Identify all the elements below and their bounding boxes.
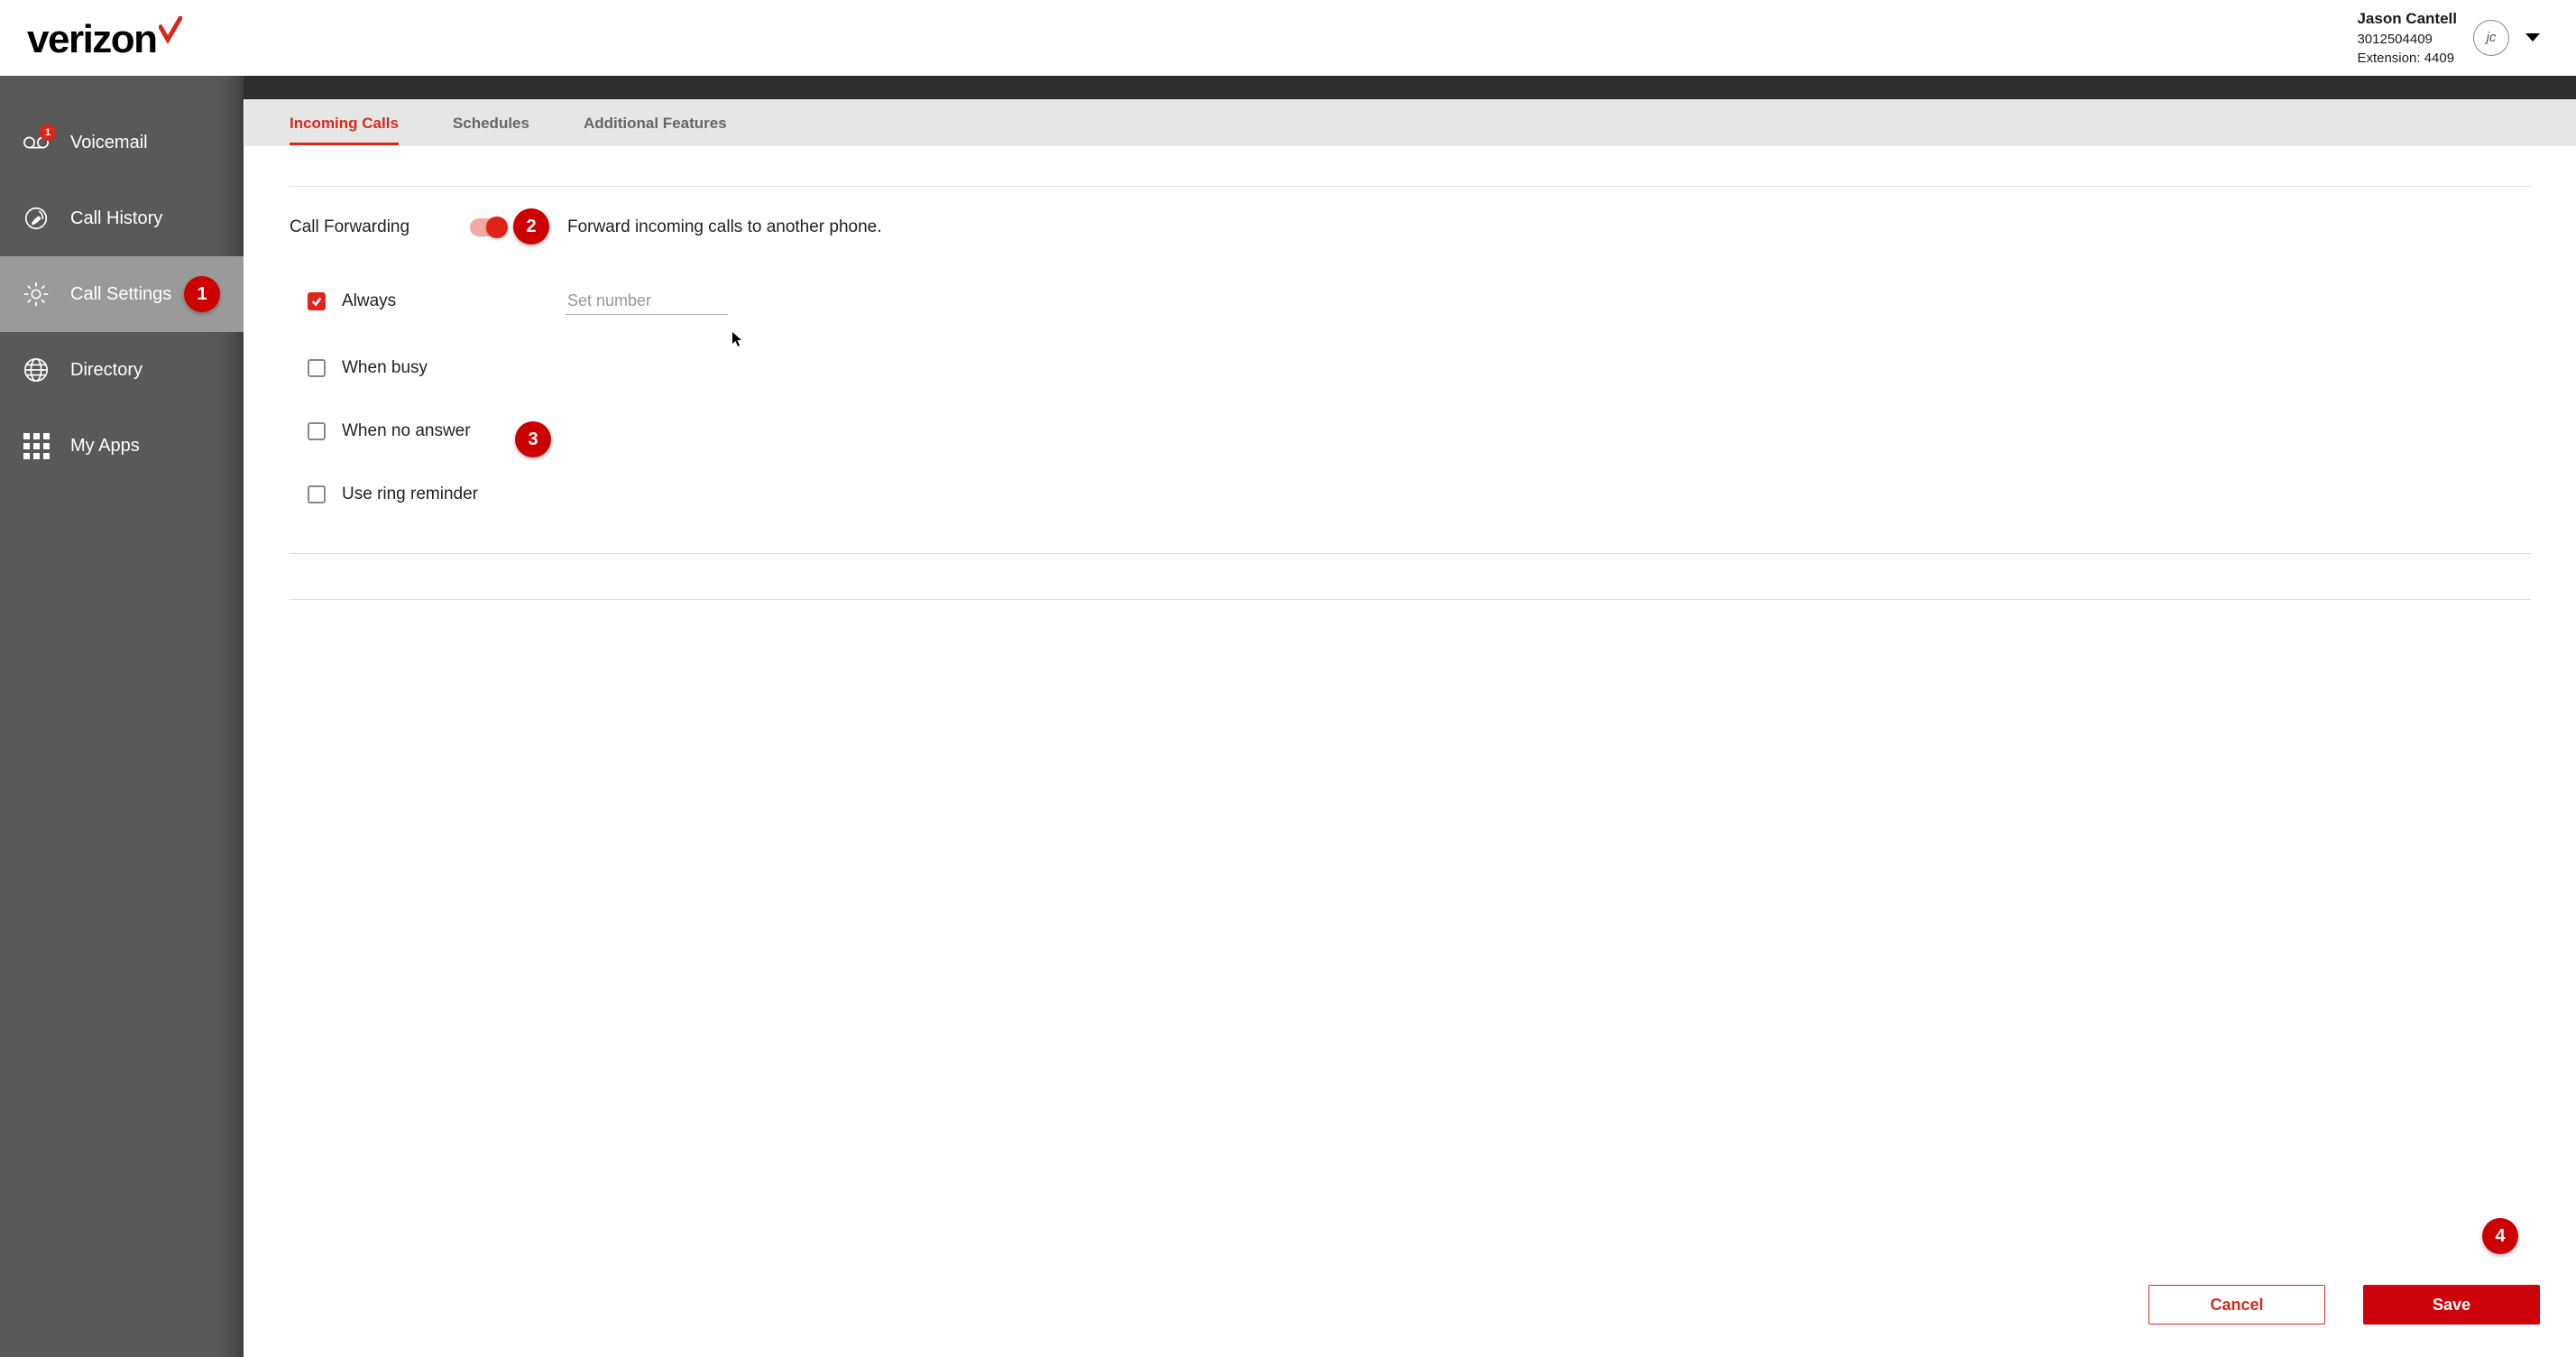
step-badge-3: 3 <box>515 421 551 457</box>
app-header: verizon Jason Cantell 3012504409 Extensi… <box>0 0 2576 76</box>
call-forwarding-row: Call Forwarding 2 Forward incoming calls… <box>290 217 2531 237</box>
step-badge-1: 1 <box>184 276 220 312</box>
divider <box>290 553 2531 554</box>
dark-strip <box>0 76 2576 99</box>
globe-icon <box>22 355 51 384</box>
option-label: Always <box>342 291 396 310</box>
footer-actions: 4 Cancel Save <box>244 1260 2576 1357</box>
option-ring-reminder: Use ring reminder <box>308 463 2531 526</box>
sidebar-item-label: Directory <box>70 360 143 381</box>
tab-bar: Incoming Calls Schedules Additional Feat… <box>244 99 2576 146</box>
settings-scroll-area[interactable]: Call Forwarding 2 Forward incoming calls… <box>244 146 2576 1260</box>
sidebar: 1 Voicemail Call History Call Settings 1… <box>0 76 244 1357</box>
sidebar-item-voicemail[interactable]: 1 Voicemail <box>0 105 244 180</box>
avatar: jc <box>2473 20 2509 56</box>
sidebar-item-label: Call Settings <box>70 284 171 305</box>
forwarding-options: Always When busy 3 When no answer Use ri… <box>290 266 2531 526</box>
sidebar-item-call-history[interactable]: Call History <box>0 180 244 256</box>
gear-icon <box>22 280 51 309</box>
call-forwarding-title: Call Forwarding <box>290 217 416 237</box>
verizon-check-icon <box>159 16 182 43</box>
step-badge-4: 4 <box>2482 1218 2518 1254</box>
divider <box>290 186 2531 187</box>
checkbox-ring-reminder[interactable] <box>308 485 326 503</box>
call-forwarding-toggle[interactable] <box>470 218 506 236</box>
user-name: Jason Cantell <box>2357 8 2457 30</box>
option-always: Always <box>308 266 2531 337</box>
tab-incoming-calls[interactable]: Incoming Calls <box>290 102 399 143</box>
save-button[interactable]: Save <box>2363 1285 2540 1325</box>
avatar-initials: jc <box>2487 30 2497 45</box>
call-history-icon <box>22 204 51 233</box>
voicemail-icon: 1 <box>22 128 51 157</box>
content-panel: Incoming Calls Schedules Additional Feat… <box>244 99 2576 1357</box>
call-forwarding-description: Forward incoming calls to another phone. <box>567 217 882 237</box>
option-label: When busy <box>342 358 428 378</box>
sidebar-item-directory[interactable]: Directory <box>0 332 244 408</box>
sidebar-item-my-apps[interactable]: My Apps <box>0 408 244 484</box>
apps-grid-icon <box>22 431 51 460</box>
sidebar-item-call-settings[interactable]: Call Settings 1 <box>0 256 244 332</box>
checkbox-when-no-answer[interactable] <box>308 422 326 440</box>
option-label: Use ring reminder <box>342 485 478 504</box>
option-when-busy: When busy <box>308 337 2531 400</box>
option-when-no-answer: When no answer <box>308 400 2531 463</box>
cancel-button[interactable]: Cancel <box>2148 1285 2325 1325</box>
divider <box>290 599 2531 600</box>
always-number-input[interactable] <box>566 288 728 315</box>
sidebar-item-label: Voicemail <box>70 133 148 153</box>
verizon-logo: verizon <box>27 16 182 60</box>
option-label: When no answer <box>342 421 471 441</box>
brand-name: verizon <box>27 20 157 60</box>
tab-additional-features[interactable]: Additional Features <box>584 102 727 143</box>
user-info: Jason Cantell 3012504409 Extension: 4409 <box>2357 8 2457 68</box>
user-menu[interactable]: Jason Cantell 3012504409 Extension: 4409… <box>2357 8 2540 68</box>
user-extension: Extension: 4409 <box>2357 49 2457 68</box>
main-layout: 1 Voicemail Call History Call Settings 1… <box>0 76 2576 1357</box>
sidebar-item-label: Call History <box>70 208 162 229</box>
sidebar-item-label: My Apps <box>70 436 140 457</box>
chevron-down-icon <box>2525 33 2540 42</box>
step-badge-2: 2 <box>513 208 549 245</box>
toggle-knob <box>486 217 508 238</box>
checkbox-always[interactable] <box>308 292 326 310</box>
tab-schedules[interactable]: Schedules <box>453 102 529 143</box>
voicemail-badge: 1 <box>40 125 56 141</box>
user-account: 3012504409 <box>2357 30 2457 49</box>
checkbox-when-busy[interactable] <box>308 359 326 377</box>
